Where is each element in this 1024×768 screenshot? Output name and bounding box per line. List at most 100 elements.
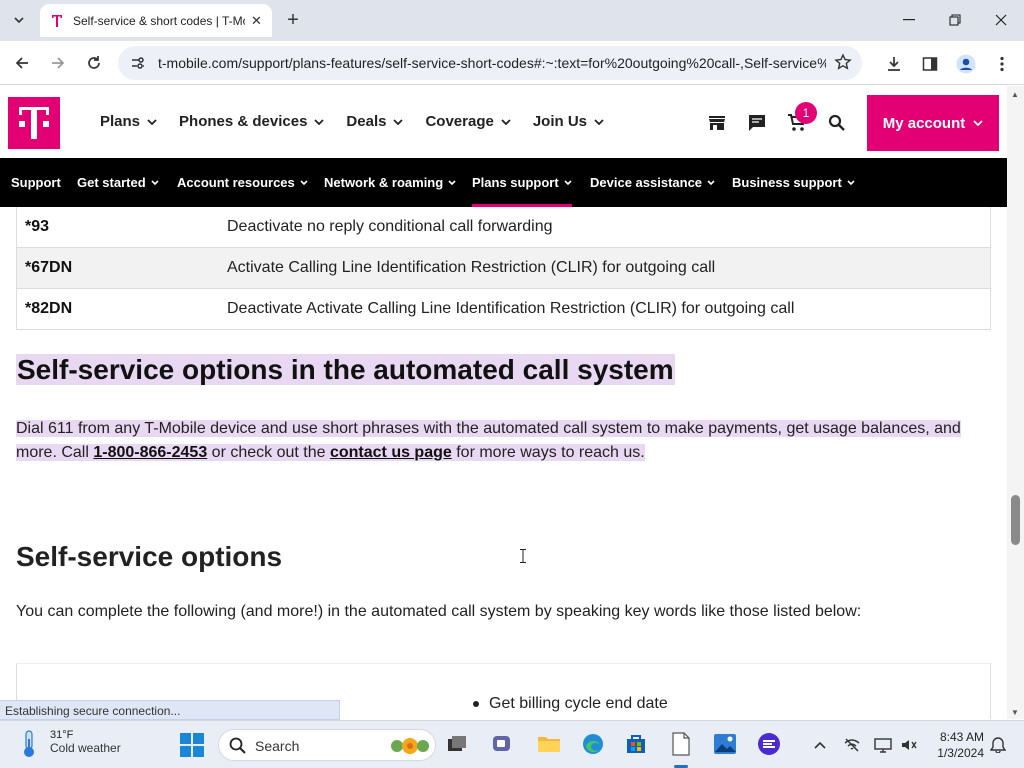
main-nav: Plans Phones & devices Deals Coverage Jo…	[100, 113, 626, 130]
scroll-down-arrow-icon[interactable]: ▼	[1011, 708, 1019, 717]
network-icon[interactable]	[842, 735, 862, 755]
chevron-down-icon	[448, 180, 456, 185]
store-icon[interactable]	[706, 112, 728, 134]
volume-icon[interactable]	[899, 735, 919, 755]
page-scrollbar[interactable]: ▲ ▼	[1007, 86, 1024, 719]
chevron-down-icon	[564, 180, 572, 185]
weather-widget[interactable]: 31°F Cold weather	[18, 729, 121, 759]
tmobile-logo[interactable]	[8, 97, 60, 149]
show-hidden-icons-chevron-icon[interactable]	[810, 735, 830, 755]
my-account-button[interactable]: My account	[867, 95, 999, 151]
self-service-paragraph: You can complete the following (and more…	[16, 603, 862, 620]
clock-time: 8:43 AM	[939, 730, 984, 744]
microsoft-store-icon[interactable]	[623, 731, 649, 757]
short-codes-table: *93 Deactivate no reply conditional call…	[16, 207, 991, 330]
table-row: *93 Deactivate no reply conditional call…	[17, 207, 990, 248]
account-label: My account	[882, 114, 966, 132]
chrome-document-icon[interactable]	[668, 731, 694, 757]
nav-join-us[interactable]: Join Us	[533, 113, 604, 130]
page-viewport: Plans Phones & devices Deals Coverage Jo…	[0, 86, 1007, 719]
section-paragraph: Dial 611 from any T-Mobile device and us…	[16, 417, 976, 465]
scrollbar-thumb[interactable]	[1011, 495, 1020, 545]
search-label: Search	[255, 738, 300, 754]
highlighted-heading-text: Self-service options in the automated ca…	[16, 354, 675, 385]
side-panel-icon[interactable]	[919, 53, 941, 75]
chevron-down-icon	[707, 180, 715, 185]
file-explorer-icon[interactable]	[536, 731, 562, 757]
browser-menu-icon[interactable]	[991, 53, 1013, 75]
subnav-network-roaming[interactable]: Network & roaming	[324, 158, 456, 207]
back-arrow-icon	[15, 57, 28, 69]
app-launcher-icon[interactable]	[756, 731, 782, 757]
forward-button[interactable]	[45, 50, 71, 76]
subnav-account-resources[interactable]: Account resources	[177, 158, 308, 207]
taskbar-search[interactable]: Search	[218, 729, 436, 761]
thermometer-icon	[24, 730, 34, 757]
nav-phones-devices[interactable]: Phones & devices	[179, 113, 325, 130]
search-icon	[229, 737, 246, 754]
cart-count-badge: 1	[795, 102, 817, 124]
close-window-button[interactable]	[986, 6, 1016, 34]
profile-avatar-icon[interactable]	[955, 53, 977, 75]
back-button[interactable]	[9, 50, 35, 76]
new-tab-button[interactable]: +	[282, 8, 304, 32]
subnav-label: Network & roaming	[324, 175, 444, 190]
subnav-label: Plans support	[472, 175, 559, 190]
subnav-business-support[interactable]: Business support	[732, 158, 855, 207]
site-header: Plans Phones & devices Deals Coverage Jo…	[0, 86, 1007, 158]
tmobile-favicon-icon	[50, 13, 64, 29]
photos-icon[interactable]	[712, 731, 738, 757]
nav-plans[interactable]: Plans	[100, 113, 157, 130]
browser-tab[interactable]: Self-service & short codes | T-Mobile ✕	[40, 4, 272, 37]
nav-coverage[interactable]: Coverage	[425, 113, 511, 130]
address-bar[interactable]: t-mobile.com/support/plans-features/self…	[118, 46, 862, 80]
downloads-icon[interactable]	[883, 53, 905, 75]
subnav-support[interactable]: Support	[11, 158, 61, 207]
code-cell: *67DN	[25, 259, 73, 276]
nav-deals[interactable]: Deals	[346, 113, 404, 130]
self-service-heading: Self-service options	[16, 541, 283, 572]
subnav-label: Get started	[77, 175, 146, 190]
tab-search-button[interactable]	[6, 8, 32, 32]
teams-chat-icon[interactable]	[490, 731, 516, 757]
notifications-icon[interactable]	[988, 735, 1008, 755]
code-cell: *93	[25, 218, 50, 235]
windows-taskbar: 31°F Cold weather Search 8:43 AM 1/3/202…	[0, 720, 1024, 768]
contact-us-link[interactable]: contact us page	[330, 444, 452, 461]
edge-browser-icon[interactable]	[580, 731, 606, 757]
chevron-down-icon	[847, 180, 855, 185]
subnav-device-assistance[interactable]: Device assistance	[590, 158, 715, 207]
subnav-plans-support[interactable]: Plans support	[472, 158, 572, 207]
description-cell: Deactivate Activate Calling Line Identif…	[227, 300, 795, 317]
reload-button[interactable]	[81, 50, 107, 76]
url-text: t-mobile.com/support/plans-features/self…	[158, 55, 826, 71]
highlighted-text: Dial 611 from any T-Mobile device and us…	[16, 420, 961, 461]
phone-link[interactable]: 1-800-866-2453	[93, 444, 207, 461]
scroll-up-arrow-icon[interactable]: ▲	[1011, 90, 1019, 99]
search-icon[interactable]	[826, 112, 848, 134]
close-tab-icon[interactable]: ✕	[251, 13, 262, 29]
chat-icon[interactable]	[746, 112, 768, 134]
chevron-down-icon	[314, 118, 325, 125]
nav-label: Plans	[100, 113, 141, 130]
support-subnav: Support Get started Account resources Ne…	[0, 158, 1007, 207]
system-clock[interactable]: 8:43 AM 1/3/2024	[930, 729, 984, 761]
subnav-label: Support	[11, 175, 61, 190]
site-info-icon[interactable]	[130, 55, 146, 76]
bullet-icon	[473, 701, 479, 707]
display-icon[interactable]	[873, 735, 893, 755]
minimize-button[interactable]	[894, 6, 924, 34]
subnav-label: Business support	[732, 175, 842, 190]
subnav-get-started[interactable]: Get started	[77, 158, 159, 207]
chevron-down-icon	[501, 118, 511, 125]
bookmark-star-icon[interactable]	[834, 53, 852, 76]
chevron-down-icon	[393, 118, 404, 125]
task-view-icon[interactable]	[445, 731, 471, 757]
description-cell: Deactivate no reply conditional call for…	[227, 218, 553, 235]
restore-button[interactable]	[940, 6, 970, 34]
table-row: *82DN Deactivate Activate Calling Line I…	[17, 289, 990, 330]
start-button[interactable]	[180, 733, 204, 762]
chevron-down-icon	[147, 118, 157, 125]
text-cursor-icon	[520, 549, 526, 563]
paragraph-text: or check out the	[207, 444, 330, 461]
